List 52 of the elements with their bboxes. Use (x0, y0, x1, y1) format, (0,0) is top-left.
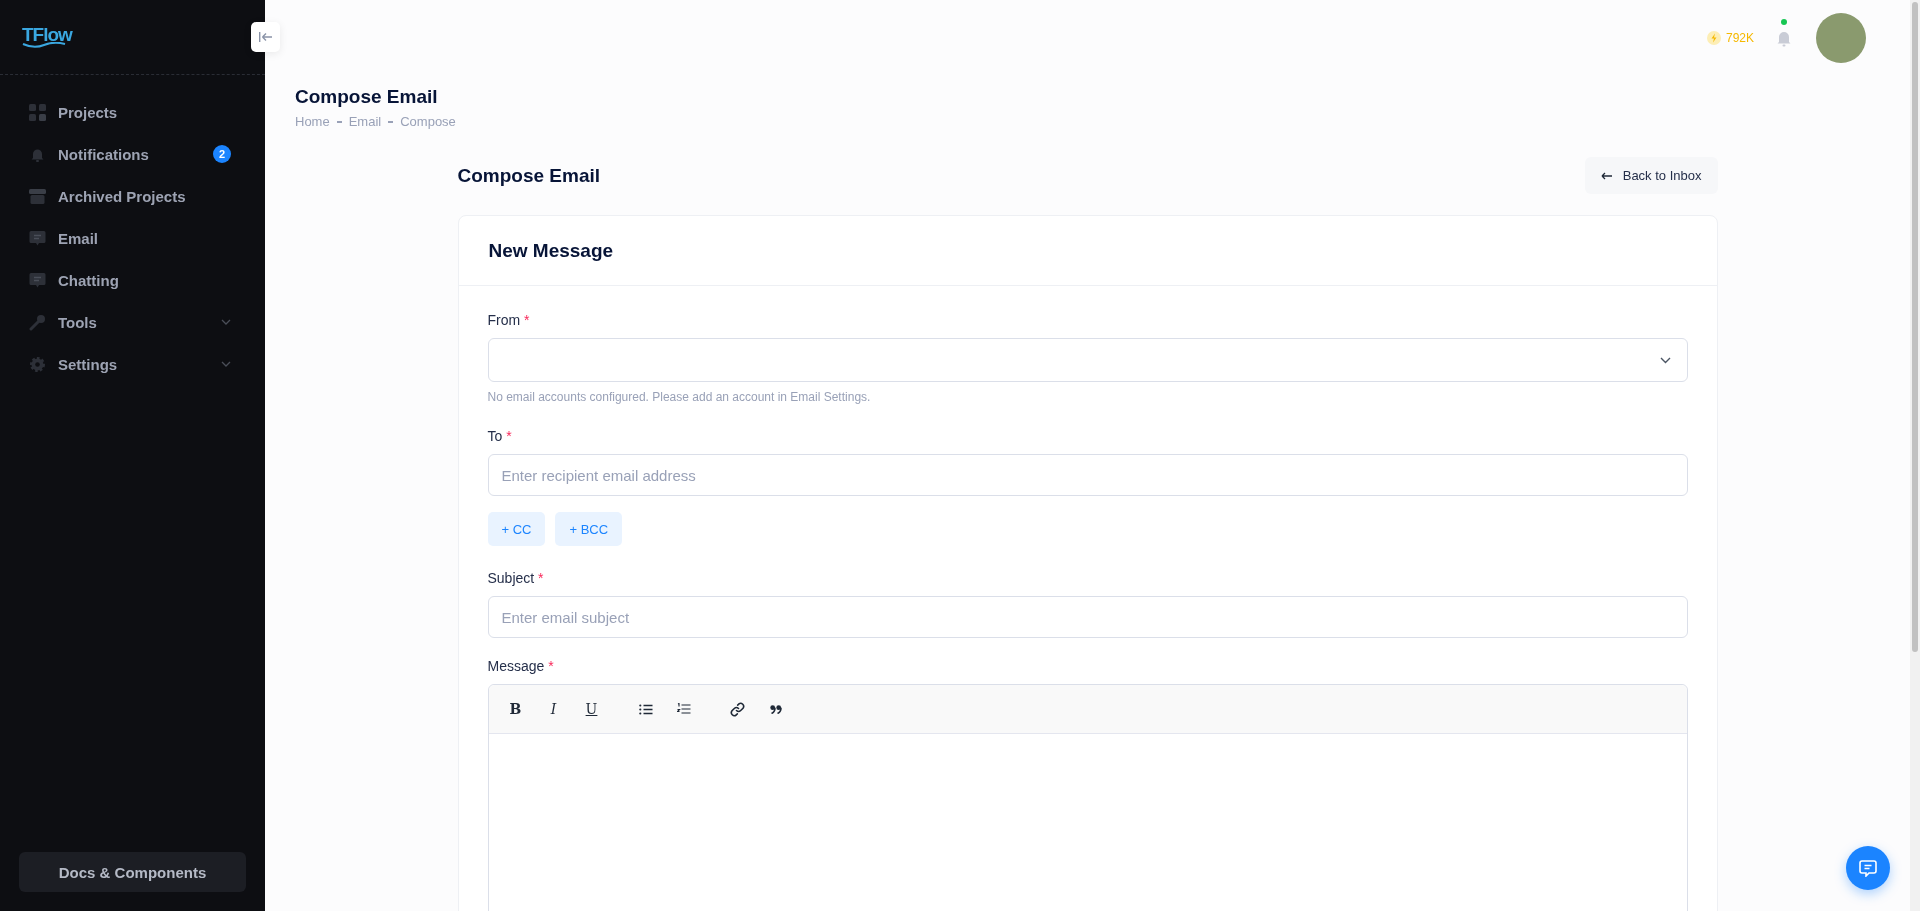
sidebar-item-label: Email (58, 229, 100, 247)
user-avatar[interactable] (1816, 13, 1866, 63)
archive-icon (29, 187, 46, 205)
sidebar-item[interactable]: Notifications 2 (0, 133, 265, 175)
chevron-down-icon (1659, 356, 1671, 364)
field-label: Message * (487, 658, 555, 674)
scrollbar[interactable] (1910, 0, 1920, 911)
message-icon (29, 271, 46, 289)
field-label: To * (487, 428, 513, 444)
chat-icon (1859, 859, 1877, 877)
sidebar-item[interactable]: Email (0, 217, 265, 259)
collapse-sidebar-button[interactable] (251, 22, 280, 52)
underline-button[interactable]: U (576, 694, 607, 724)
bullet-list-icon (638, 703, 653, 715)
docs-button[interactable]: Docs & Components (19, 852, 246, 892)
bell-icon (1776, 29, 1792, 47)
sidebar-item-label: Notifications (58, 145, 150, 163)
sidebar-item[interactable]: Projects (0, 91, 265, 133)
wave-icon (22, 42, 66, 48)
page-title: Compose Email (295, 86, 439, 108)
sidebar-item[interactable]: Chatting (0, 259, 265, 301)
quote-icon (769, 704, 782, 714)
field-label: From * (487, 312, 531, 328)
sidebar-item-label: Chatting (58, 271, 120, 289)
credits-amount: 792K (1725, 31, 1754, 45)
card-title: New Message (488, 239, 614, 262)
wrench-icon (29, 313, 46, 331)
italic-button[interactable]: I (538, 694, 569, 724)
gear-icon (29, 355, 46, 373)
link-icon (730, 701, 745, 717)
numbered-list-icon (676, 703, 691, 715)
grid-icon (29, 103, 46, 121)
subject-input[interactable]: Enter email subject (487, 596, 1688, 638)
logo-text: TFlow (22, 26, 72, 44)
message-icon (29, 229, 46, 247)
sidebar-item[interactable]: Tools (0, 301, 265, 343)
recipient-input[interactable]: Enter recipient email address (487, 454, 1688, 496)
sidebar-item-label: Tools (58, 313, 98, 331)
bold-button[interactable]: B (500, 694, 531, 724)
arrow-left-icon (1600, 171, 1613, 180)
sidebar-item-label: Settings (58, 355, 119, 373)
sidebar-item-label: Archived Projects (58, 187, 187, 205)
lightning-icon (1706, 31, 1721, 45)
field-label: Subject * (487, 570, 545, 586)
arrow-left-icon (259, 32, 272, 42)
back-button[interactable]: Back to Inbox (1584, 157, 1718, 194)
sidebar-item[interactable]: Settings (0, 343, 265, 385)
sidebar-item-label: Projects (58, 103, 119, 121)
notification-count: 2 (213, 145, 231, 163)
section-title: Compose Email (457, 164, 601, 187)
sidebar-item[interactable]: Archived Projects (0, 175, 265, 217)
help-text: No email accounts configured. Please add an account in Email Settings. (487, 390, 872, 404)
